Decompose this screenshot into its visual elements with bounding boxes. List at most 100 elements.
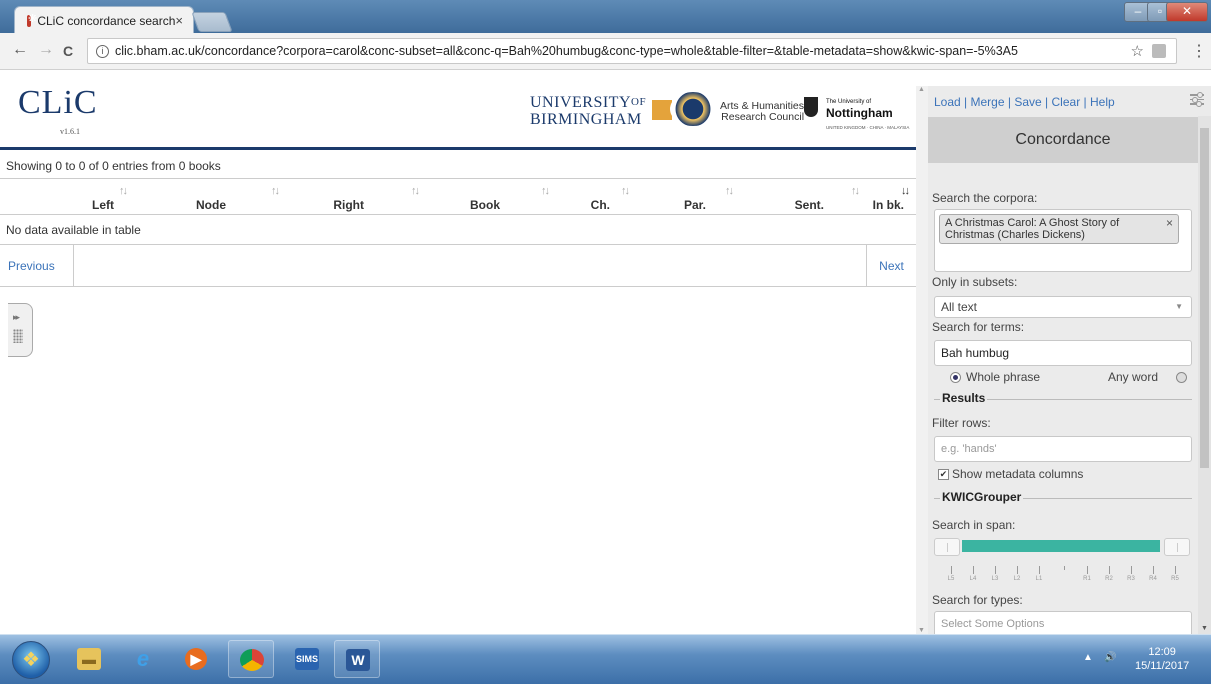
new-tab-button[interactable] [191,12,233,32]
filter-rows-label: Filter rows: [932,416,991,430]
table-info: Showing 0 to 0 of 0 entries from 0 books [6,159,221,173]
ie-taskbar-button[interactable]: e [120,640,166,678]
browser-tab[interactable]: CLiC concordance search × [14,6,194,34]
sims-icon: SIMS [295,648,319,670]
any-word-radio[interactable] [1176,372,1187,383]
column-header-left[interactable]: ↑↓ Left [80,179,128,215]
version-label: v1.6.1 [60,127,80,136]
span-slider-left-handle[interactable] [934,538,960,556]
clock[interactable]: 12:09 15/11/2017 [1135,645,1189,673]
back-arrow-icon[interactable]: ← [12,41,28,59]
merge-link[interactable]: Merge [971,95,1005,109]
column-label: Book [470,198,500,212]
address-bar[interactable]: i clic.bham.ac.uk/concordance?corpora=ca… [87,38,1177,64]
help-link[interactable]: Help [1090,95,1115,109]
sidebar-scrollbar[interactable]: ▼ [1198,116,1211,634]
next-button[interactable]: Next [866,245,916,287]
browser-toolbar: ← → C i clic.bham.ac.uk/concordance?corp… [0,33,1211,70]
university-of-birmingham-logo[interactable]: UNIVERSITYOF BIRMINGHAM [530,94,646,128]
column-header-right[interactable]: ↑↓ Right [330,179,420,215]
clic-logo[interactable]: CLiC [18,84,98,122]
tray-icons[interactable]: ▲ 🔊 [1083,652,1116,663]
any-word-label: Any word [1108,370,1159,384]
types-input[interactable]: Select Some Options [934,611,1192,635]
browser-titlebar: CLiC concordance search × – ▫ ✕ [0,0,1211,34]
extension-icon[interactable] [1152,44,1166,58]
column-header-in-book[interactable]: ↓↓ In bk. [860,179,910,215]
span-slider-range [962,540,1160,552]
span-slider[interactable] [934,538,1190,556]
sort-icon: ↑↓ [411,185,420,197]
internet-explorer-icon: e [136,646,150,671]
settings-sliders-icon[interactable] [1190,91,1204,109]
corpora-selector[interactable]: A Christmas Carol: A Ghost Story of Chri… [934,209,1192,272]
ahrc-logo-text[interactable]: Arts & Humanities Research Council [720,101,804,123]
clear-link[interactable]: Clear [1052,95,1081,109]
span-tick: R1 [1080,566,1094,582]
explorer-taskbar-button[interactable]: ▬ [66,640,112,678]
windows-taskbar: ▬ e ▶ SIMS W ▲ 🔊 12:09 15/11/2017 [0,634,1211,684]
browser-menu-icon[interactable]: ⋮ [1191,41,1207,61]
terms-input[interactable]: Bah humbug [934,340,1192,366]
column-header-node[interactable]: ↑↓ Node [196,179,280,215]
span-slider-right-handle[interactable] [1164,538,1190,556]
expand-arrows-icon: ▸▸ [13,312,20,322]
column-header-chapter[interactable]: ↑↓ Ch. [580,179,630,215]
scroll-down-icon[interactable]: ▼ [1201,625,1208,632]
nottingham-crest-icon [804,97,818,117]
chrome-taskbar-button[interactable] [228,640,274,678]
concordance-table: ↑↓ Left ↑↓ Node ↑↓ Right ↑↓ Book ↑↓ Ch. … [0,178,916,245]
column-label: Ch. [590,198,610,212]
whole-phrase-radio[interactable] [950,372,961,383]
uob-line1: UNIVERSITY [530,94,631,111]
column-header-book[interactable]: ↑↓ Book [470,179,550,215]
load-link[interactable]: Load [934,95,961,109]
sort-icon: ↑↓ [119,185,128,197]
span-tick: R2 [1102,566,1116,582]
word-taskbar-button[interactable]: W [334,640,380,678]
page-header: CLiC v1.6.1 UNIVERSITYOF BIRMINGHAM Arts… [0,70,916,150]
media-player-icon: ▶ [185,648,207,670]
start-button[interactable] [12,641,50,679]
span-tick [1057,566,1071,572]
media-player-taskbar-button[interactable]: ▶ [174,640,220,678]
column-label: In bk. [872,198,904,212]
grip-icon [13,329,23,343]
remove-chip-icon[interactable]: × [1166,217,1173,229]
forward-arrow-icon[interactable]: → [38,41,54,59]
save-link[interactable]: Save [1014,95,1041,109]
reload-icon[interactable]: C [63,43,73,59]
span-tick: L4 [966,566,980,582]
window-close-button[interactable]: ✕ [1166,2,1208,22]
url-text[interactable]: clic.bham.ac.uk/concordance?corpora=caro… [115,44,1131,58]
filter-rows-input[interactable]: e.g. 'hands' [934,436,1192,462]
university-of-nottingham-logo[interactable]: The University of Nottingham UNITED KING… [826,97,909,133]
scroll-up-icon[interactable]: ▲ [918,86,925,93]
empty-table-message: No data available in table [0,215,916,245]
previous-button[interactable]: Previous [0,245,74,287]
metadata-label: Show metadata columns [952,467,1084,481]
results-legend: Results [940,391,988,405]
span-tick: L3 [988,566,1002,582]
panel-toggle-handle[interactable]: ▸▸ [8,303,33,357]
metadata-checkbox[interactable]: ✔ [938,469,949,480]
span-tick: L2 [1010,566,1024,582]
sims-taskbar-button[interactable]: SIMS [284,640,330,678]
span-tick: R3 [1124,566,1138,582]
column-header-paragraph[interactable]: ↑↓ Par. [676,179,734,215]
subset-select[interactable]: All text ▼ [934,296,1192,318]
span-ticks: L5 L4 L3 L2 L1 R1 R2 R3 R4 R5 [944,566,1184,586]
corpus-chip: A Christmas Carol: A Ghost Story of Chri… [939,214,1179,244]
page-scrollbar[interactable]: ▲ ▼ [916,86,928,634]
types-label: Search for types: [932,593,1023,607]
column-header-sentence[interactable]: ↑↓ Sent. [790,179,860,215]
bookmark-star-icon[interactable]: ☆ [1131,42,1144,60]
tab-close-icon[interactable]: × [175,13,183,28]
folder-icon: ▬ [77,648,101,670]
scroll-down-icon[interactable]: ▼ [918,627,925,634]
info-icon[interactable]: i [96,44,109,58]
sidebar-scroll-thumb[interactable] [1200,128,1209,468]
uob-of: OF [631,96,647,108]
subset-value: All text [941,300,978,314]
sort-icon: ↑↓ [725,185,734,197]
